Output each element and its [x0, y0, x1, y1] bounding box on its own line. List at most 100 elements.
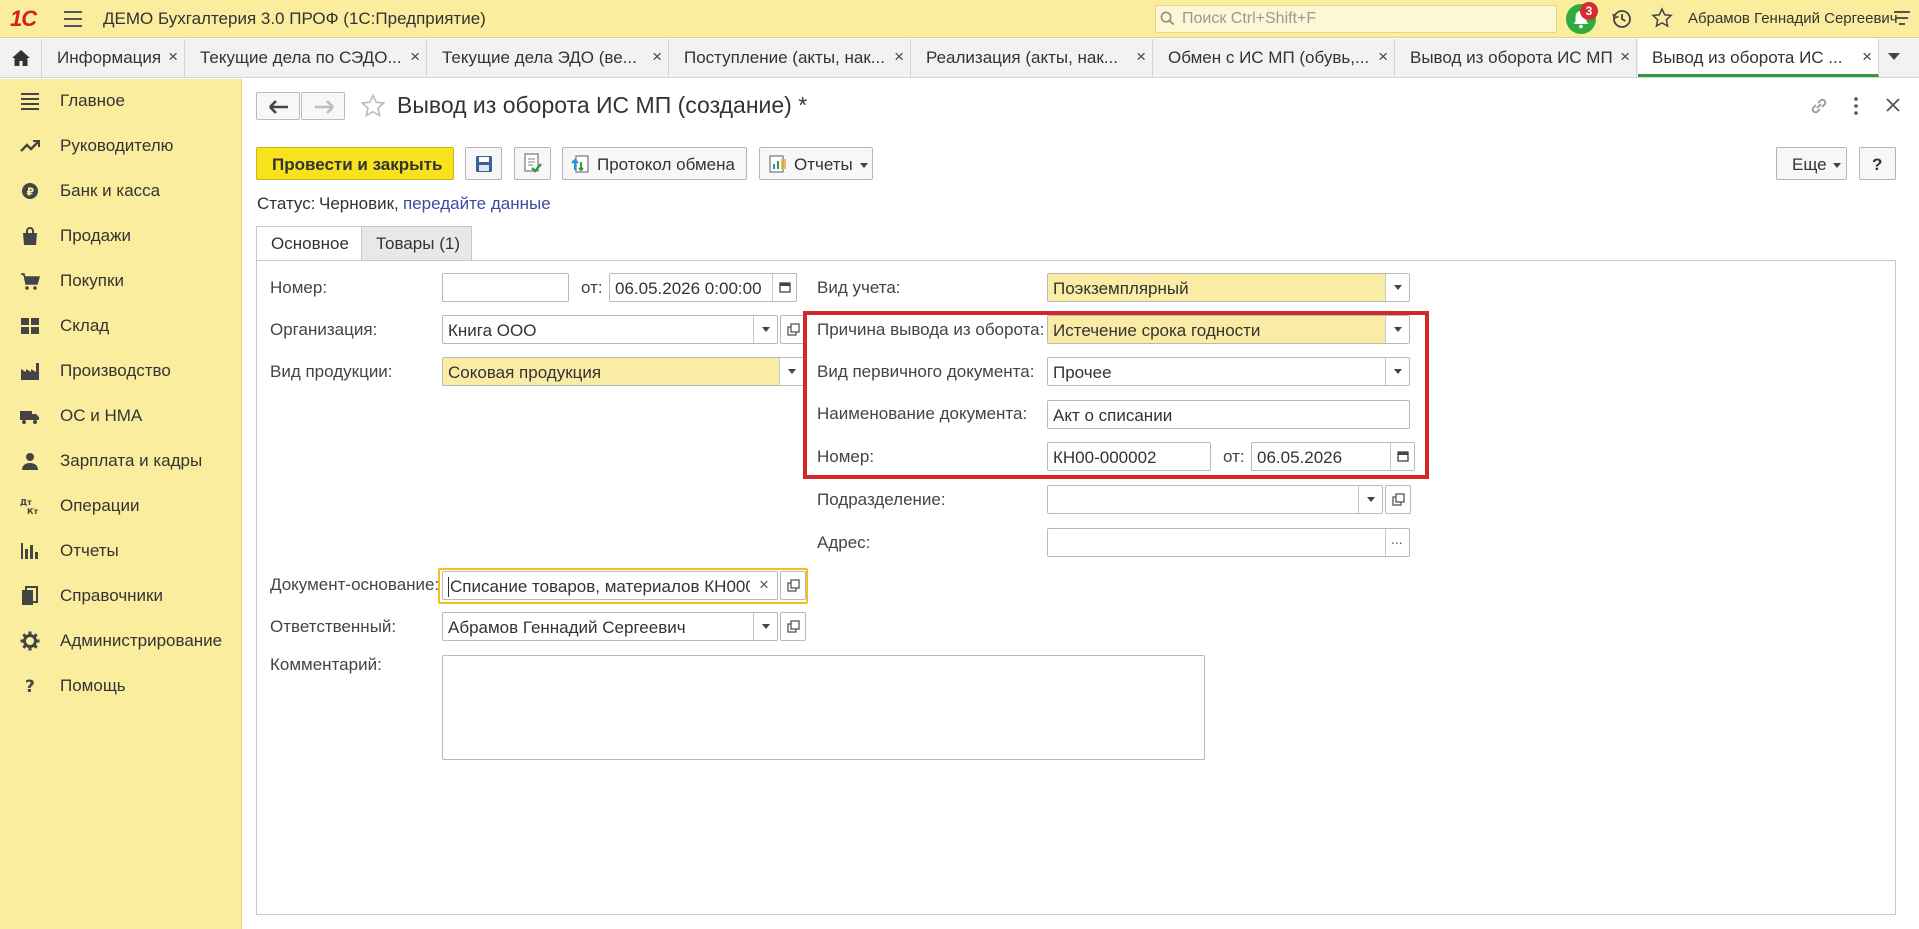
basis-document-open-button[interactable]: [780, 571, 806, 600]
withdrawal-reason-dropdown-button[interactable]: [1385, 316, 1409, 343]
sidebar-item-help[interactable]: ? Помощь: [0, 666, 242, 706]
history-icon[interactable]: [1611, 8, 1633, 30]
division-dropdown-button[interactable]: [1358, 486, 1382, 513]
more-actions-button[interactable]: Еще: [1776, 147, 1847, 180]
basis-document-input[interactable]: Списание товаров, материалов КН0000 ×: [442, 571, 778, 600]
date-input[interactable]: 06.05.2026 0:00:00: [609, 273, 797, 302]
tab-label: Обмен с ИС МП (обувь,...: [1168, 48, 1370, 67]
close-icon[interactable]: ×: [894, 47, 904, 67]
tabs-more-chevron-icon[interactable]: [1888, 53, 1900, 60]
document-date-from-label: от:: [1223, 447, 1245, 466]
sidebar-item-catalogs[interactable]: Справочники: [0, 576, 242, 616]
field-value: Абрамов Геннадий Сергеевич: [448, 618, 686, 637]
post-button[interactable]: [514, 147, 551, 180]
more-vertical-icon[interactable]: [1848, 95, 1864, 117]
calendar-button[interactable]: [1390, 443, 1414, 470]
sidebar-item-label: Отчеты: [60, 541, 119, 560]
tab-withdrawal-new[interactable]: Вывод из оборота ИС ... ×: [1638, 39, 1879, 77]
sidebar-item-purchases[interactable]: Покупки: [0, 261, 242, 301]
address-select-button[interactable]: ...: [1385, 529, 1409, 556]
comment-textarea[interactable]: [442, 655, 1205, 760]
sidebar-item-production[interactable]: Производство: [0, 351, 242, 391]
close-icon[interactable]: ×: [410, 47, 420, 67]
responsible-dropdown-button[interactable]: [753, 613, 777, 640]
document-date-input[interactable]: 06.05.2026: [1251, 442, 1415, 471]
sidebar-item-operations[interactable]: Дт Кт Операции: [0, 486, 242, 526]
document-number-input[interactable]: КН00-000002: [1047, 442, 1211, 471]
withdrawal-reason-input[interactable]: Истечение срока годности: [1047, 315, 1410, 344]
send-data-link[interactable]: передайте данные: [403, 194, 551, 214]
number-label: Номер:: [270, 278, 328, 297]
division-input[interactable]: [1047, 485, 1383, 514]
post-and-close-button[interactable]: Провести и закрыть: [256, 147, 454, 180]
post-document-icon: [524, 153, 542, 173]
sidebar-item-salary[interactable]: Зарплата и кадры: [0, 441, 242, 481]
organization-dropdown-button[interactable]: [753, 316, 777, 343]
favorites-icon[interactable]: [1651, 7, 1673, 29]
address-input[interactable]: ...: [1047, 528, 1410, 557]
chevron-down-icon: [788, 369, 796, 374]
search-input[interactable]: Поиск Ctrl+Shift+F: [1155, 5, 1557, 33]
button-label: Провести и закрыть: [272, 155, 443, 174]
forward-button[interactable]: [301, 92, 345, 120]
tab-receipts[interactable]: Поступление (акты, нак... ×: [670, 39, 911, 77]
books-icon: [22, 586, 38, 605]
close-window-icon[interactable]: [1883, 95, 1903, 115]
tab-label: Вывод из оборота ИС ...: [1652, 48, 1843, 67]
close-icon[interactable]: ×: [1620, 47, 1630, 67]
home-tab[interactable]: [0, 39, 42, 77]
close-icon[interactable]: ×: [1136, 47, 1146, 67]
svg-text:Дт: Дт: [20, 498, 32, 507]
sidebar-item-fixed-assets[interactable]: ОС и НМА: [0, 396, 242, 436]
product-type-dropdown-button[interactable]: [779, 358, 803, 385]
sidebar-item-manager[interactable]: Руководителю: [0, 126, 242, 166]
back-button[interactable]: [256, 92, 300, 120]
tab-is-mp-exchange[interactable]: Обмен с ИС МП (обувь,... ×: [1154, 39, 1395, 77]
sidebar-item-admin[interactable]: Администрирование: [0, 621, 242, 661]
sidebar-item-bank[interactable]: ₽ Банк и касса: [0, 171, 242, 211]
close-icon[interactable]: ×: [168, 47, 178, 67]
truck-icon: [20, 411, 39, 424]
close-icon[interactable]: ×: [1862, 47, 1872, 67]
division-open-button[interactable]: [1385, 485, 1411, 514]
product-type-label: Вид продукции:: [270, 362, 393, 381]
link-icon[interactable]: [1808, 95, 1830, 117]
open-windows-tabs: Информация × Текущие дела по СЭДО... × Тек…: [0, 39, 1919, 78]
close-icon[interactable]: ×: [1378, 47, 1388, 67]
save-button[interactable]: [465, 147, 502, 180]
sidebar-item-sales[interactable]: Продажи: [0, 216, 242, 256]
tab-sales[interactable]: Реализация (акты, нак... ×: [912, 39, 1153, 77]
reports-button[interactable]: Отчеты: [759, 147, 873, 180]
main-menu-icon[interactable]: [64, 11, 82, 27]
primary-doc-type-input[interactable]: Прочее: [1047, 357, 1410, 386]
favorite-star-icon[interactable]: [360, 93, 386, 119]
tab-edo[interactable]: Текущие дела ЭДО (ве... ×: [428, 39, 669, 77]
responsible-open-button[interactable]: [780, 612, 806, 641]
accounting-type-input[interactable]: Поэкземплярный: [1047, 273, 1410, 302]
exchange-log-button[interactable]: Протокол обмена: [562, 147, 747, 180]
responsible-input[interactable]: Абрамов Геннадий Сергеевич: [442, 612, 778, 641]
tab-info[interactable]: Информация ×: [43, 39, 185, 77]
close-icon[interactable]: ×: [652, 47, 662, 67]
tab-withdrawal-list[interactable]: Вывод из оборота ИС МП ×: [1396, 39, 1637, 77]
organization-input[interactable]: Книга ООО: [442, 315, 778, 344]
sidebar-item-reports[interactable]: Отчеты: [0, 531, 242, 571]
accounting-type-dropdown-button[interactable]: [1385, 274, 1409, 301]
chevron-down-icon: [1394, 327, 1402, 332]
help-button[interactable]: ?: [1859, 147, 1896, 180]
sidebar-item-main[interactable]: Главное: [0, 81, 242, 121]
number-input[interactable]: [442, 273, 569, 302]
sidebar-item-warehouse[interactable]: Склад: [0, 306, 242, 346]
tab-goods[interactable]: Товары (1): [361, 226, 472, 261]
tab-sedo[interactable]: Текущие дела по СЭДО... ×: [186, 39, 427, 77]
calendar-button[interactable]: [772, 274, 796, 301]
tab-main[interactable]: Основное: [256, 226, 362, 261]
document-name-input[interactable]: Акт о списании: [1047, 400, 1410, 429]
product-type-input[interactable]: Соковая продукция: [442, 357, 804, 386]
clear-icon[interactable]: ×: [759, 575, 769, 595]
primary-doc-type-dropdown-button[interactable]: [1385, 358, 1409, 385]
open-window-icon: [787, 579, 800, 592]
user-name[interactable]: Абрамов Геннадий Сергеевич: [1688, 10, 1898, 27]
button-label: Отчеты: [794, 155, 853, 174]
settings-lines-icon[interactable]: [1892, 8, 1912, 28]
